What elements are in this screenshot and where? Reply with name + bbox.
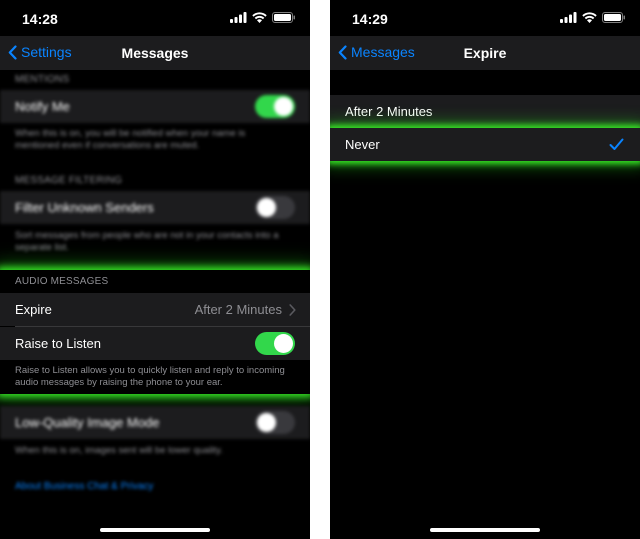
wifi-icon [582, 12, 597, 23]
messages-settings-screen: 14:28 Settings Messages MENTIONS Notify … [0, 0, 310, 539]
expire-value: After 2 Minutes [194, 302, 282, 317]
page-title: Messages [121, 45, 189, 61]
raise-to-listen-toggle[interactable] [255, 332, 295, 355]
low-quality-toggle[interactable] [255, 411, 295, 434]
cellular-signal-icon [560, 12, 577, 23]
filter-unknown-toggle[interactable] [255, 196, 295, 219]
option-label: After 2 Minutes [345, 104, 433, 119]
business-chat-link[interactable]: About Business Chat & Privacy [15, 481, 153, 492]
chevron-right-icon [289, 304, 296, 316]
raise-to-listen-label: Raise to Listen [15, 336, 101, 351]
checkmark-icon [609, 138, 624, 150]
low-quality-footer: When this is on, images sent will be low… [15, 445, 223, 456]
raise-to-listen-row[interactable]: Raise to Listen [0, 327, 310, 360]
status-time: 14:29 [352, 11, 388, 27]
status-time: 14:28 [22, 11, 58, 27]
mentions-footer: When this is on, you will be notified wh… [15, 128, 246, 151]
low-quality-row[interactable]: Low-Quality Image Mode [0, 406, 310, 439]
home-indicator [430, 528, 540, 532]
status-icons [230, 12, 296, 23]
section-header-filtering: MESSAGE FILTERING [15, 175, 123, 186]
status-bar: 14:28 [0, 0, 310, 36]
filter-unknown-label: Filter Unknown Senders [15, 200, 154, 215]
audio-messages-section: AUDIO MESSAGES Expire After 2 Minutes Ra… [0, 270, 310, 394]
filtering-footer: Sort messages from people who are not in… [15, 230, 279, 253]
notify-me-toggle[interactable] [255, 95, 295, 118]
expire-label: Expire [15, 302, 52, 317]
option-never[interactable]: Never [330, 128, 640, 161]
page-title: Expire [463, 45, 507, 61]
audio-footer: Raise to Listen allows you to quickly li… [15, 365, 285, 388]
option-after-2-minutes[interactable]: After 2 Minutes [330, 95, 640, 128]
section-header-audio: AUDIO MESSAGES [15, 276, 109, 287]
low-quality-label: Low-Quality Image Mode [15, 415, 160, 430]
nav-bar: Messages Expire [330, 36, 640, 70]
option-label: Never [345, 137, 380, 152]
battery-icon [272, 12, 295, 23]
status-bar: 14:29 [330, 0, 640, 36]
expire-screen: 14:29 Messages Expire After 2 Minutes Ne… [330, 0, 640, 539]
status-icons [560, 12, 626, 23]
notify-me-row[interactable]: Notify Me [0, 90, 310, 123]
cellular-signal-icon [230, 12, 247, 23]
home-indicator [100, 528, 210, 532]
notify-me-label: Notify Me [15, 99, 70, 114]
filter-unknown-row[interactable]: Filter Unknown Senders [0, 191, 310, 224]
wifi-icon [252, 12, 267, 23]
nav-bar: Settings Messages [0, 36, 310, 70]
section-header-mentions: MENTIONS [15, 74, 70, 85]
battery-icon [602, 12, 625, 23]
expire-row[interactable]: Expire After 2 Minutes [0, 293, 310, 326]
